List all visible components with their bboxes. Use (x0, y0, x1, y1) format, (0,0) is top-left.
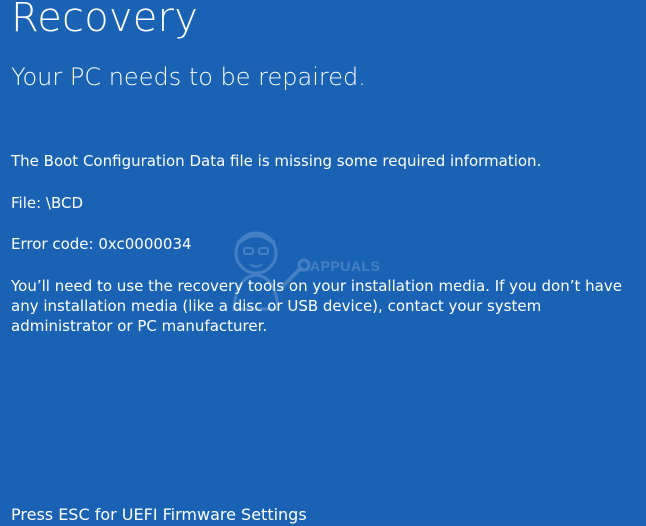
recovery-screen: Recovery Your PC needs to be repaired. T… (0, 0, 646, 526)
uefi-firmware-settings-prompt[interactable]: Press ESC for UEFI Firmware Settings (11, 505, 307, 524)
file-label: File: \BCD (11, 194, 84, 212)
watermark-text: APPUALS (310, 258, 381, 274)
page-subtitle: Your PC needs to be repaired. (11, 63, 366, 91)
recovery-message: You’ll need to use the recovery tools on… (11, 277, 622, 335)
error-description: The Boot Configuration Data file is miss… (11, 152, 542, 170)
page-title: Recovery (11, 0, 199, 41)
error-code: Error code: 0xc0000034 (11, 235, 192, 253)
